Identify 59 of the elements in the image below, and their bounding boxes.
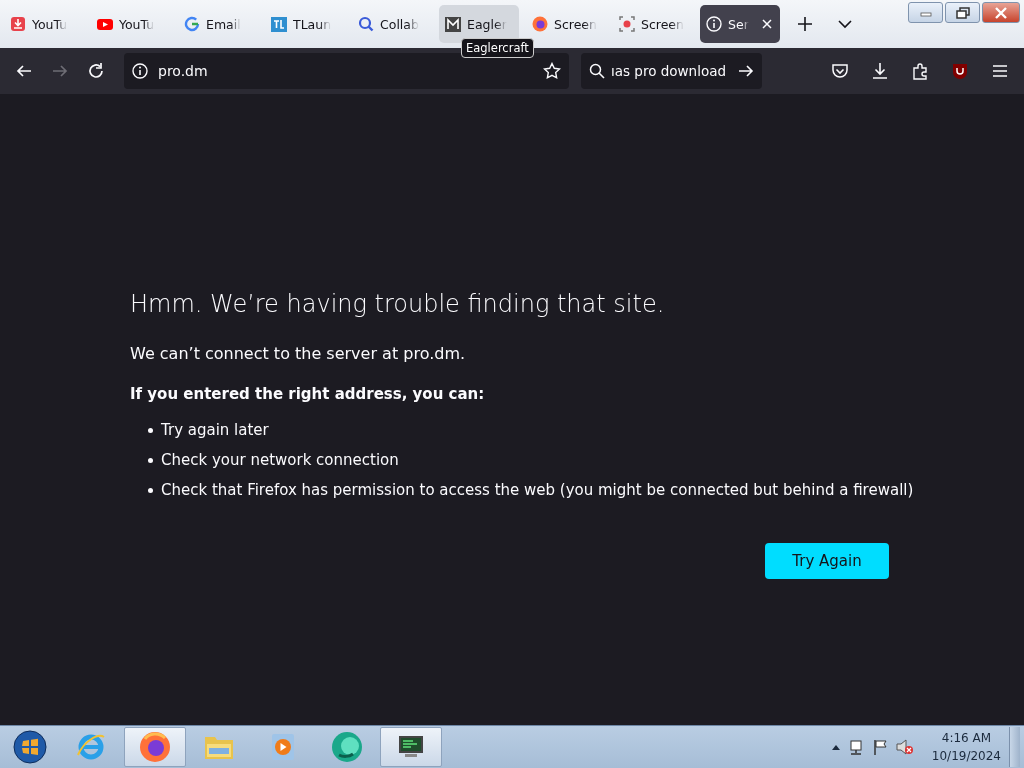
magnifier-icon (358, 16, 374, 32)
search-field[interactable]: ıas pro download (581, 53, 762, 89)
g-letter-icon (184, 16, 200, 32)
video-play-icon (97, 16, 113, 32)
list-item-text: Try again later (161, 420, 269, 441)
clock-date: 10/19/2024 (931, 748, 1001, 765)
list-item-text: Check your network connection (161, 450, 399, 471)
error-message: We can’t connect to the server at pro.dm. (130, 344, 467, 363)
list-item-text: Check that Firefox has permission to access the web (you might be connected but behind a firewall) (161, 480, 914, 501)
pocket-icon[interactable] (831, 62, 849, 80)
taskbar-button[interactable] (124, 727, 186, 767)
search-text: ıas pro download (611, 63, 727, 79)
browser-tab[interactable]: Ser (700, 5, 780, 43)
taskbar-button[interactable] (380, 727, 442, 767)
info-icon (132, 63, 148, 79)
browser-tab[interactable]: Screen (613, 5, 693, 43)
browser-tab[interactable]: TLaun (265, 5, 345, 43)
url-text: pro.dm (158, 63, 209, 79)
menu-icon[interactable] (991, 62, 1009, 80)
download-icon (10, 16, 26, 32)
start-orb-icon[interactable] (13, 730, 47, 764)
hint-text: If you entered the right address, you can: (130, 385, 486, 403)
tooltip: Eaglercraft (461, 38, 534, 58)
network-icon (847, 739, 864, 755)
close-icon (994, 6, 1008, 19)
download-icon[interactable] (871, 62, 889, 80)
square-logo-icon (271, 16, 287, 32)
bullet-dot (148, 487, 153, 493)
close-icon[interactable] (760, 17, 774, 31)
restore-icon (955, 6, 970, 19)
clock-time: 4:16 AM (941, 730, 992, 747)
minimize-button[interactable] (908, 2, 943, 23)
fox-globe-icon (139, 731, 171, 763)
star-icon[interactable] (543, 62, 561, 80)
flag-icon (871, 739, 888, 755)
fox-globe-icon (532, 16, 548, 32)
browser-tab[interactable]: YouTu (91, 5, 171, 43)
close-button[interactable] (982, 2, 1020, 23)
error-title: Hmm. We’re having trouble finding that site. (130, 290, 666, 318)
browser-tab[interactable]: Eagler (439, 5, 519, 43)
puzzle-icon[interactable] (911, 62, 929, 80)
square-logo-icon (445, 16, 461, 32)
bullet-dot (148, 427, 153, 433)
search-icon (589, 63, 605, 79)
browser-tab[interactable]: Collab (352, 5, 432, 43)
plus-icon[interactable] (797, 16, 813, 32)
muted-speaker-icon (895, 739, 914, 755)
orb-icon (331, 731, 363, 763)
browser-tab[interactable]: YouTu (4, 5, 84, 43)
reload-icon[interactable] (87, 62, 105, 80)
up-arrow-icon[interactable] (831, 744, 840, 750)
right-arrow-icon[interactable] (738, 63, 754, 79)
restore-button[interactable] (945, 2, 980, 23)
browser-tab[interactable]: Email (178, 5, 258, 43)
bullet-dot (148, 457, 153, 463)
info-icon (706, 16, 722, 32)
try-again-button[interactable]: Try Again (765, 543, 889, 579)
record-icon (619, 16, 635, 32)
shield-icon[interactable] (951, 62, 969, 80)
